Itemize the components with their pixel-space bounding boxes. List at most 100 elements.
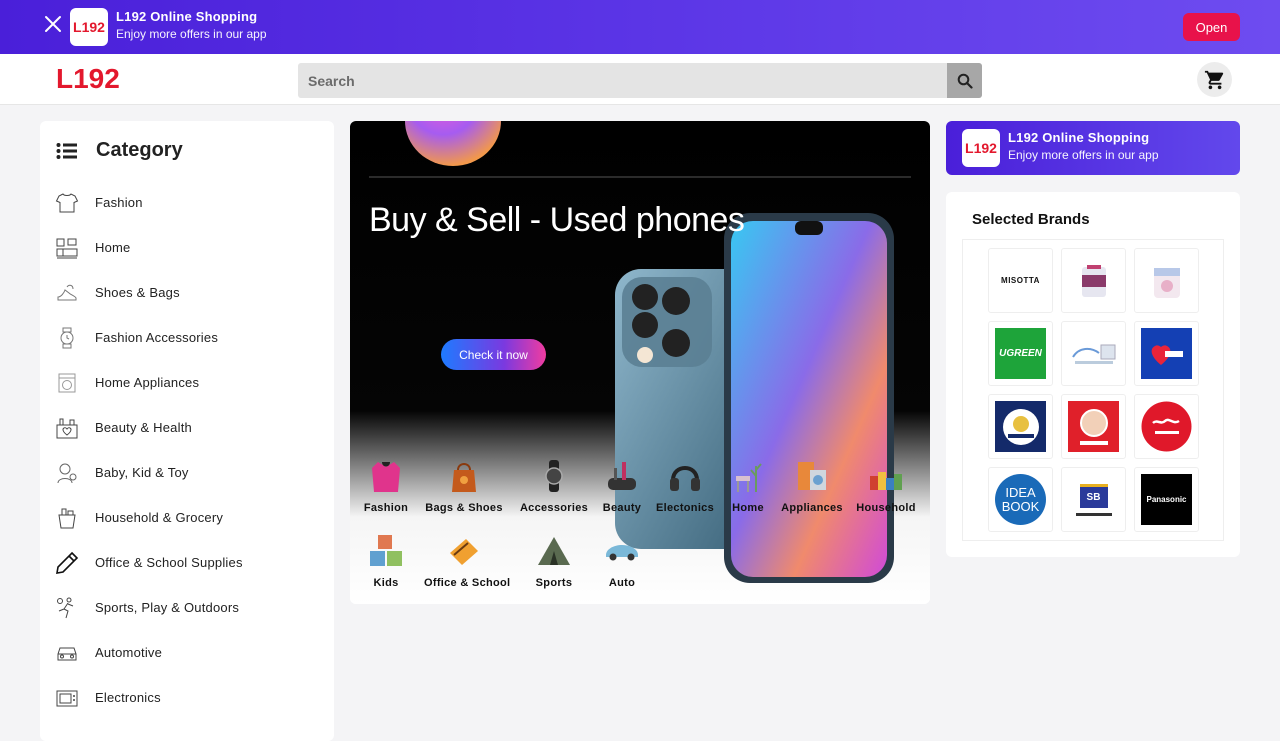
- washing-machine-icon: [54, 370, 80, 396]
- app-banner-title: L192 Online Shopping: [116, 9, 258, 24]
- brand-misotta[interactable]: MISOTTA: [988, 248, 1053, 313]
- brand-item[interactable]: [988, 394, 1053, 459]
- category-item-fashion[interactable]: Fashion: [54, 180, 324, 225]
- quick-link-kids[interactable]: Kids: [350, 531, 426, 589]
- stationery-icon: [444, 531, 484, 571]
- category-header: Category: [56, 139, 183, 162]
- quick-link-label: Fashion: [363, 502, 409, 514]
- quick-link-label: Appliances: [781, 502, 843, 514]
- brand-logo: [995, 401, 1046, 452]
- quick-link-office-school[interactable]: Office & School: [424, 531, 511, 589]
- makeup-icon: [602, 456, 642, 496]
- appliance-icon: [792, 456, 832, 496]
- quick-link-label: Auto: [608, 577, 636, 589]
- cart-icon: [1204, 70, 1223, 89]
- brand-item[interactable]: [1134, 248, 1199, 313]
- app-banner-subtitle: Enjoy more offers in our app: [116, 27, 267, 41]
- hero-headline: Buy & Sell - Used phones: [369, 201, 745, 239]
- category-item-office-school[interactable]: Office & School Supplies: [54, 540, 324, 585]
- category-item-fashion-accessories[interactable]: Fashion Accessories: [54, 315, 324, 360]
- quick-link-label: Bags & Shoes: [425, 502, 503, 514]
- hero-banner[interactable]: Buy & Sell - Used phones Check it now Fa…: [350, 121, 930, 604]
- category-item-label: Household & Grocery: [95, 510, 224, 525]
- category-item-label: Automotive: [95, 645, 163, 660]
- open-app-button[interactable]: Open: [1183, 13, 1240, 41]
- app-logo: L192: [962, 129, 1000, 167]
- category-item-home[interactable]: Home: [54, 225, 324, 270]
- list-icon: [56, 142, 77, 159]
- search-button[interactable]: [947, 63, 982, 98]
- app-promo-card[interactable]: L192 L192 Online Shopping Enjoy more off…: [946, 121, 1240, 175]
- brand-logo: [1068, 328, 1119, 379]
- home-furniture-icon: [54, 235, 80, 261]
- brand-panasonic[interactable]: Panasonic: [1134, 467, 1199, 532]
- category-item-label: Sports, Play & Outdoors: [95, 600, 240, 615]
- tent-icon: [534, 531, 574, 571]
- brand-item[interactable]: [1061, 248, 1126, 313]
- brand-logo: Panasonic: [1141, 474, 1192, 525]
- brand-logo: [1068, 401, 1119, 452]
- brand-sb[interactable]: SB: [1061, 467, 1126, 532]
- promo-subtitle: Enjoy more offers in our app: [1008, 148, 1159, 162]
- quick-link-bags-shoes[interactable]: Bags & Shoes: [424, 456, 504, 514]
- app-download-banner: L192 L192 Online Shopping Enjoy more off…: [0, 0, 1280, 54]
- category-list: Fashion Home Shoes & Bags Fashion Access…: [54, 180, 324, 720]
- category-item-sports[interactable]: Sports, Play & Outdoors: [54, 585, 324, 630]
- category-item-label: Beauty & Health: [95, 420, 192, 435]
- brand-logo: [1068, 255, 1119, 306]
- car-icon: [54, 640, 80, 666]
- site-header: L192: [0, 54, 1280, 105]
- category-item-household-grocery[interactable]: Household & Grocery: [54, 495, 324, 540]
- quick-link-auto[interactable]: Auto: [582, 531, 662, 589]
- brand-item[interactable]: [1061, 394, 1126, 459]
- beauty-icon: [54, 415, 80, 441]
- category-item-label: Fashion: [95, 195, 143, 210]
- watch-icon: [54, 325, 80, 351]
- brands-grid: MISOTTA UGREEN IDEA BOOK SB Panasonic: [962, 239, 1224, 541]
- search-icon: [957, 73, 973, 89]
- quick-link-appliances[interactable]: Appliances: [772, 456, 852, 514]
- household-icon: [866, 456, 906, 496]
- category-sidebar: Category Fashion Home Shoes & Bags Fashi…: [40, 121, 334, 741]
- jacket-icon: [366, 456, 406, 496]
- category-item-automotive[interactable]: Automotive: [54, 630, 324, 675]
- brand-item[interactable]: [1134, 321, 1199, 386]
- category-item-label: Fashion Accessories: [95, 330, 219, 345]
- baby-icon: [54, 460, 80, 486]
- grocery-icon: [54, 505, 80, 531]
- toy-blocks-icon: [366, 531, 406, 571]
- quick-link-label: Office & School: [424, 577, 511, 589]
- category-item-beauty-health[interactable]: Beauty & Health: [54, 405, 324, 450]
- pencil-icon: [54, 550, 80, 576]
- brand-logo: [1141, 328, 1192, 379]
- category-item-home-appliances[interactable]: Home Appliances: [54, 360, 324, 405]
- site-logo[interactable]: L192: [56, 63, 120, 95]
- watch-icon: [534, 456, 574, 496]
- brand-logo: SB: [1068, 474, 1119, 525]
- search-input[interactable]: [298, 63, 947, 98]
- brands-title: Selected Brands: [972, 211, 1090, 228]
- quick-link-household[interactable]: Household: [846, 456, 926, 514]
- sports-icon: [54, 595, 80, 621]
- cart-button[interactable]: [1197, 62, 1232, 97]
- bag-icon: [444, 456, 484, 496]
- promo-title: L192 Online Shopping: [1008, 130, 1150, 145]
- car-icon: [602, 531, 642, 571]
- quick-link-fashion[interactable]: Fashion: [350, 456, 426, 514]
- quick-link-label: Household: [856, 502, 916, 514]
- category-item-label: Office & School Supplies: [95, 555, 243, 570]
- category-item-shoes-bags[interactable]: Shoes & Bags: [54, 270, 324, 315]
- category-item-electronics[interactable]: Electronics: [54, 675, 324, 720]
- brand-item[interactable]: [1134, 394, 1199, 459]
- search-bar: [298, 63, 982, 98]
- category-item-baby-kid-toy[interactable]: Baby, Kid & Toy: [54, 450, 324, 495]
- check-it-now-button[interactable]: Check it now: [441, 339, 546, 370]
- brand-ugreen[interactable]: UGREEN: [988, 321, 1053, 386]
- chair-icon: [728, 456, 768, 496]
- brand-logo: IDEA BOOK: [995, 474, 1046, 525]
- category-item-label: Shoes & Bags: [95, 285, 180, 300]
- close-icon[interactable]: [42, 15, 64, 37]
- brand-item[interactable]: [1061, 321, 1126, 386]
- brand-idea-book[interactable]: IDEA BOOK: [988, 467, 1053, 532]
- brand-sb-mark: SB: [1079, 483, 1108, 508]
